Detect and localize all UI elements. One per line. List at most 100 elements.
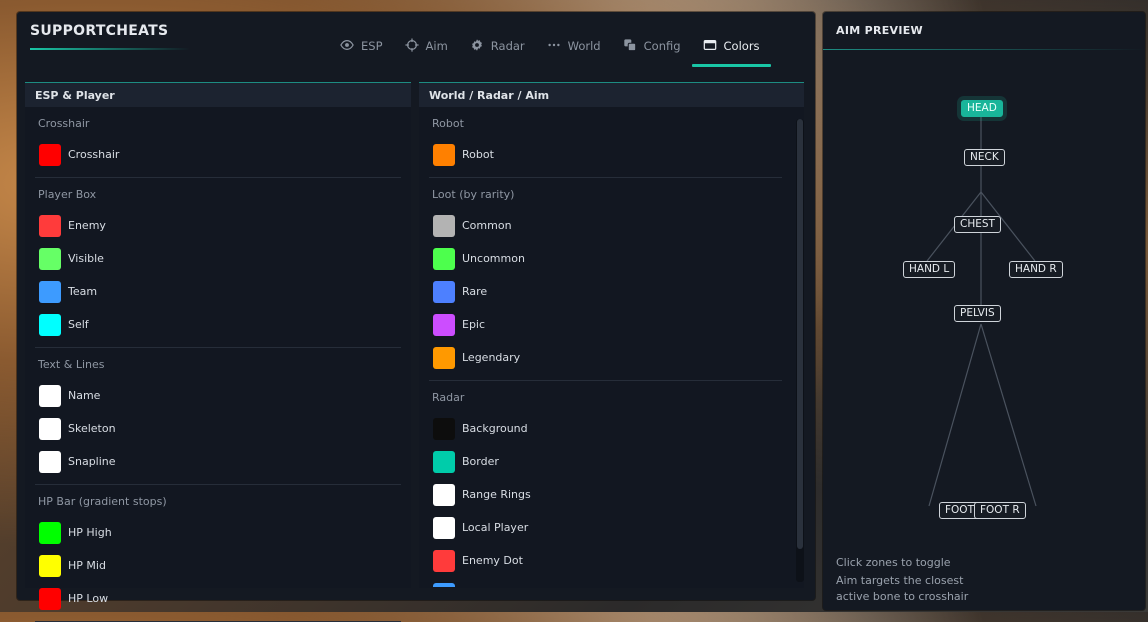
window-icon <box>703 40 716 50</box>
color-row-hp-low: HP Low <box>35 582 401 615</box>
color-swatch-snapline[interactable] <box>39 450 61 473</box>
color-swatch-background[interactable] <box>433 417 455 440</box>
color-label: Robot <box>462 148 494 161</box>
color-row-self: Self <box>35 308 401 341</box>
color-row-visible: Visible <box>35 242 401 275</box>
color-row-epic: Epic <box>429 308 782 341</box>
color-label: Crosshair <box>68 148 120 161</box>
color-swatch-common[interactable] <box>433 214 455 237</box>
color-label: Self <box>68 318 89 331</box>
bone-neck[interactable]: NECK <box>964 149 1005 166</box>
tab-colors-label: Colors <box>723 39 760 53</box>
tab-radar-label: Radar <box>490 39 525 53</box>
color-row-enemy: Enemy <box>35 209 401 242</box>
color-row-hp-mid: HP Mid <box>35 549 401 582</box>
color-swatch-border[interactable] <box>433 450 455 473</box>
color-swatch-epic[interactable] <box>433 313 455 336</box>
tab-radar[interactable]: Radar <box>459 34 536 64</box>
color-swatch-self[interactable] <box>39 313 61 336</box>
tab-aim-label: Aim <box>425 39 448 53</box>
color-swatch-hp-mid[interactable] <box>39 554 61 577</box>
color-label: Skeleton <box>68 422 116 435</box>
color-label: Enemy Dot <box>462 554 523 567</box>
color-swatch-hp-high[interactable] <box>39 521 61 544</box>
color-row-background: Background <box>429 412 782 445</box>
section-title: ESP & Player <box>25 83 411 107</box>
color-swatch-enemy-dot[interactable] <box>433 549 455 572</box>
gear-icon <box>471 39 482 51</box>
color-swatch-enemy[interactable] <box>39 214 61 237</box>
color-group-robot: Robot Robot <box>429 107 782 178</box>
color-swatch-name[interactable] <box>39 384 61 407</box>
copy-icon <box>623 39 636 52</box>
crosshair-icon <box>404 38 419 52</box>
color-row-robot: Robot <box>429 138 782 171</box>
color-label: Rare <box>462 285 488 298</box>
bone-head[interactable]: HEAD <box>961 100 1003 117</box>
color-row-skeleton: Skeleton <box>35 412 401 445</box>
color-group-loot-by-rarity: Loot (by rarity) Common Uncommon Rare Epic Le… <box>429 178 782 381</box>
color-row-name: Name <box>35 379 401 412</box>
color-swatch-local-player[interactable] <box>433 516 455 539</box>
scrollbar-thumb[interactable] <box>797 119 803 549</box>
color-swatch-rare[interactable] <box>433 280 455 303</box>
bone-hand-r[interactable]: HAND R <box>1009 261 1063 278</box>
tab-esp-label: ESP <box>361 39 383 53</box>
color-group-text-lines: Text & Lines Name Skeleton Snapline <box>35 348 401 485</box>
bone-hand-l[interactable]: HAND L <box>903 261 956 278</box>
scrollbar[interactable] <box>796 119 804 582</box>
color-row-rare: Rare <box>429 275 782 308</box>
color-label: HP Mid <box>68 559 106 572</box>
tab-config[interactable]: Config <box>612 34 692 64</box>
group-title: Player Box <box>38 188 97 201</box>
settings-panel: SUPPORTCHEATS ESP Aim Radar World Config… <box>17 12 815 622</box>
color-group-radar: Radar Background Border Range Rings Local Pl… <box>429 381 782 587</box>
color-swatch-visible[interactable] <box>39 247 61 270</box>
color-row-enemy-dot: Enemy Dot <box>429 544 782 577</box>
bone-pelvis[interactable]: PELVIS <box>954 305 1001 322</box>
section-title: World / Radar / Aim <box>419 83 804 107</box>
dots-icon <box>548 43 560 47</box>
group-title: HP Bar (gradient stops) <box>38 495 167 508</box>
color-row-legendary: Legendary <box>429 341 782 374</box>
color-row-common: Common <box>429 209 782 242</box>
group-title: Robot <box>432 117 464 130</box>
eye-icon <box>340 40 354 50</box>
color-label: Snapline <box>68 455 116 468</box>
tab-colors[interactable]: Colors <box>691 34 771 67</box>
tab-aim[interactable]: Aim <box>394 34 459 64</box>
color-label: Background <box>462 422 528 435</box>
bone-chest[interactable]: CHEST <box>954 216 1001 233</box>
color-swatch-uncommon[interactable] <box>433 247 455 270</box>
hint-targets: Aim targets the closest <box>836 574 964 587</box>
color-row-local-player: Local Player <box>429 511 782 544</box>
bone-foot-r[interactable]: FOOT R <box>974 502 1026 519</box>
hint-toggle: Click zones to toggle <box>836 556 951 569</box>
color-swatch-skeleton[interactable] <box>39 417 61 440</box>
color-label: Local Player <box>462 521 529 534</box>
color-swatch-team[interactable] <box>39 280 61 303</box>
world-radar-aim-section: World / Radar / Aim Robot Robot Loot (by r… <box>419 82 804 588</box>
tab-esp[interactable]: ESP <box>329 34 394 64</box>
color-label: Name <box>68 389 101 402</box>
color-group-player-box: Player Box Enemy Visible Team Self <box>35 178 401 348</box>
color-swatch-crosshair[interactable] <box>39 143 61 166</box>
color-swatch-legendary[interactable] <box>433 346 455 369</box>
title-underline <box>30 48 190 50</box>
hint-bone: active bone to crosshair <box>836 590 969 603</box>
app-title: SUPPORTCHEATS <box>30 23 169 39</box>
color-label: Epic <box>462 318 486 331</box>
esp-player-section: ESP & Player Crosshair Crosshair Player Bo… <box>25 82 411 622</box>
aim-preview-panel: AIM PREVIEW HEAD NECK CHEST HAND L HAND … <box>823 12 1145 610</box>
tab-world[interactable]: World <box>536 34 612 64</box>
color-swatch-range-rings[interactable] <box>433 483 455 506</box>
color-label: Team <box>68 285 98 298</box>
color-swatch-robot[interactable] <box>433 143 455 166</box>
tab-bar: ESP Aim Radar World Config Colors <box>329 34 771 67</box>
color-swatch-hp-low[interactable] <box>39 587 61 610</box>
group-title: Crosshair <box>38 117 90 130</box>
color-label: Common <box>462 219 512 232</box>
color-swatch-team-dot[interactable] <box>433 582 455 587</box>
color-group-list: Crosshair Crosshair Player Box Enemy Visible… <box>25 107 411 622</box>
tab-config-label: Config <box>643 39 681 53</box>
